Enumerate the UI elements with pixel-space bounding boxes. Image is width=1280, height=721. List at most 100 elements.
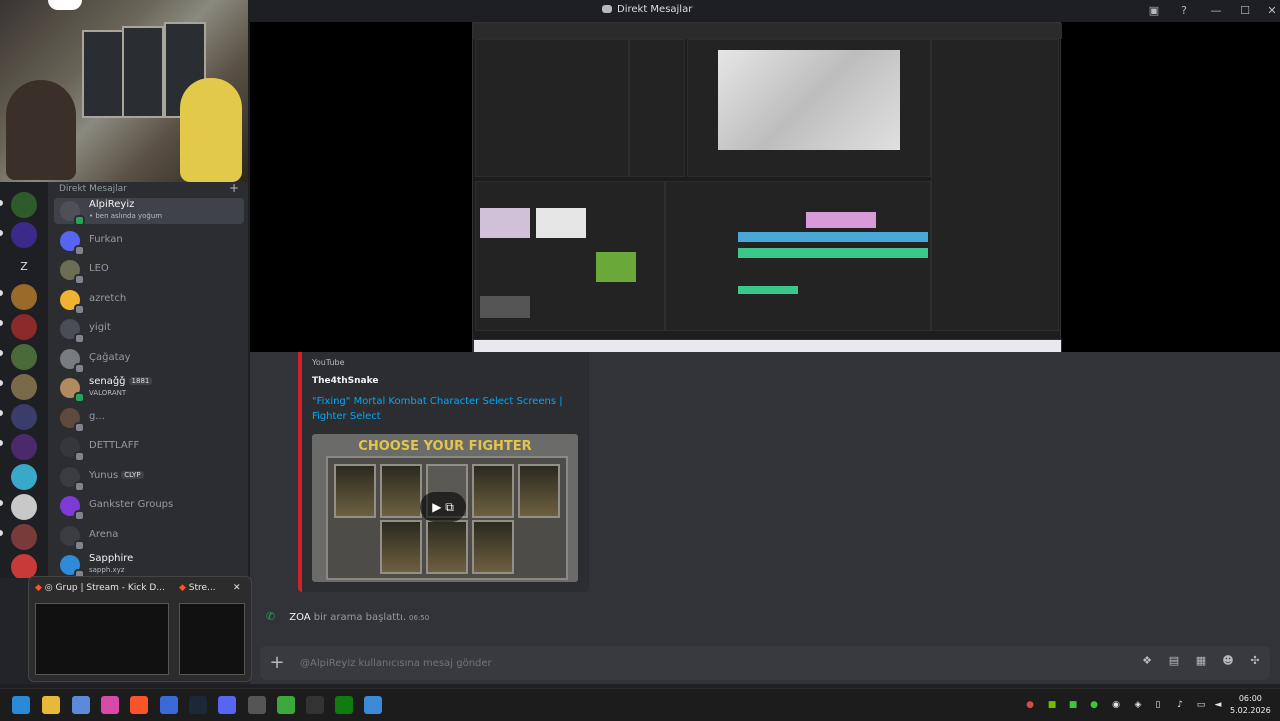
preview-title-2[interactable]: ◆ Stre... xyxy=(179,583,216,593)
discord-icon[interactable] xyxy=(218,696,236,714)
preview-title-1[interactable]: ◆ ◎ Grup | Stream - Kick D... xyxy=(35,583,165,593)
profile-badge: CLYP xyxy=(121,470,144,479)
call-timestamp: 06:50 xyxy=(409,614,430,622)
tray-icon[interactable]: ● xyxy=(1088,699,1100,711)
server-icon[interactable] xyxy=(11,314,37,340)
tray-icon[interactable]: ● xyxy=(1024,699,1036,711)
embed-provider[interactable]: YouTube xyxy=(312,358,345,367)
dm-item-name: Gankster Groups xyxy=(89,499,173,510)
phone-icon: ✆ xyxy=(266,610,276,623)
server-icon[interactable] xyxy=(11,344,37,370)
dm-item[interactable]: azretch xyxy=(54,287,244,315)
dm-item[interactable]: Arena xyxy=(54,523,244,551)
minimize-button[interactable]: — xyxy=(1208,3,1224,19)
server-icon[interactable] xyxy=(11,464,37,490)
epic-games-icon[interactable] xyxy=(306,696,324,714)
dm-item[interactable]: Furkan xyxy=(54,228,244,256)
dm-item-name: Furkan xyxy=(89,234,123,245)
preview-close-button[interactable]: ✕ xyxy=(233,583,241,593)
embed-title-link[interactable]: "Fixing" Mortal Kombat Character Select … xyxy=(312,394,572,424)
server-indicator xyxy=(0,500,3,506)
stream-viewer[interactable] xyxy=(250,22,1280,355)
media-thumb xyxy=(536,208,586,238)
steam-icon[interactable] xyxy=(189,696,207,714)
window xyxy=(122,26,164,118)
dm-item[interactable]: yigit xyxy=(54,316,244,344)
status-indicator xyxy=(74,362,85,374)
server-icon[interactable] xyxy=(11,192,37,218)
dm-name-text: Gankster Groups xyxy=(89,499,174,510)
play-icon[interactable]: ▶ ⧉ xyxy=(420,492,466,522)
tray-icon[interactable]: ■ xyxy=(1067,699,1079,711)
brave-icon[interactable] xyxy=(130,696,148,714)
app-icon[interactable] xyxy=(160,696,178,714)
help-icon[interactable]: ? xyxy=(1176,3,1192,19)
dm-item-name: LEO xyxy=(89,263,109,274)
inbox-icon[interactable]: ▣ xyxy=(1146,3,1162,19)
dm-item[interactable]: senaǧǧ 1881 VALORANT xyxy=(54,375,244,403)
tray-icon[interactable]: ◈ xyxy=(1132,699,1144,711)
network-icon[interactable]: ▭ xyxy=(1195,699,1207,711)
embed-author[interactable]: The4thSnake xyxy=(312,376,378,386)
minecraft-icon[interactable] xyxy=(277,696,295,714)
server-indicator xyxy=(0,290,3,296)
apps-icon[interactable]: ✣ xyxy=(1248,654,1262,668)
dm-item[interactable]: Gankster Groups xyxy=(54,493,244,521)
media-thumb xyxy=(480,208,530,238)
nvidia-icon[interactable]: ■ xyxy=(1046,699,1058,711)
usb-icon[interactable]: ▯ xyxy=(1152,699,1164,711)
status-indicator xyxy=(74,303,85,315)
dm-item[interactable]: Çağatay xyxy=(54,346,244,374)
app-icon[interactable] xyxy=(101,696,119,714)
dm-item[interactable]: AlpiReyiz • ben aslında yoğum xyxy=(54,198,244,226)
steam-tray-icon[interactable]: ◉ xyxy=(1110,699,1122,711)
volume-icon[interactable]: ◄ xyxy=(1212,699,1224,711)
dm-item-name: DETTLAFF xyxy=(89,440,139,451)
status-indicator xyxy=(74,392,85,403)
emoji-icon[interactable]: ☻ xyxy=(1221,654,1235,668)
server-indicator xyxy=(0,200,3,206)
preview-thumbnail-1[interactable] xyxy=(35,603,169,675)
video-thumbnail[interactable]: CHOOSE YOUR FIGHTER ▶ ⧉ xyxy=(312,434,578,582)
maximize-button[interactable]: ☐ xyxy=(1237,3,1253,19)
server-icon[interactable] xyxy=(11,524,37,550)
app-icon[interactable] xyxy=(72,696,90,714)
start-icon[interactable] xyxy=(12,696,30,714)
server-icon[interactable] xyxy=(11,222,37,248)
microphone-icon[interactable]: ♪ xyxy=(1174,699,1186,711)
github-icon[interactable] xyxy=(248,696,266,714)
lamp xyxy=(48,0,82,10)
caller-name[interactable]: ZOA xyxy=(289,612,310,623)
server-icon[interactable] xyxy=(11,434,37,460)
status-indicator xyxy=(74,244,85,256)
gif-icon[interactable]: ▤ xyxy=(1167,654,1181,668)
dm-item[interactable]: DETTLAFF xyxy=(54,434,244,462)
message-input[interactable] xyxy=(298,657,1002,670)
server-icon[interactable] xyxy=(11,404,37,430)
create-dm-button[interactable]: + xyxy=(229,181,239,195)
dm-name-text: DETTLAFF xyxy=(89,440,140,451)
status-indicator xyxy=(74,421,85,433)
essential-graphics-panel xyxy=(931,39,1059,331)
close-button[interactable]: ✕ xyxy=(1264,3,1280,19)
app-icon[interactable] xyxy=(364,696,382,714)
server-icon[interactable] xyxy=(11,284,37,310)
dm-name-text: senaǧǧ xyxy=(89,376,126,387)
attach-plus-icon[interactable]: + xyxy=(266,652,288,674)
gift-icon[interactable]: ❖ xyxy=(1140,654,1154,668)
preview-thumbnail-2[interactable] xyxy=(179,603,245,675)
dm-item[interactable]: g... xyxy=(54,405,244,433)
dm-item[interactable]: LEO xyxy=(54,257,244,285)
xbox-icon[interactable] xyxy=(335,696,353,714)
server-icon-z[interactable]: Z xyxy=(11,254,37,280)
clock[interactable]: 06:00 5.02.2026 xyxy=(1230,693,1271,717)
dm-item[interactable]: Sapphire sapph.xyz xyxy=(54,552,244,580)
status-indicator xyxy=(74,274,85,285)
server-icon[interactable] xyxy=(11,494,37,520)
taskbar-preview-popup[interactable]: ◆ ◎ Grup | Stream - Kick D... ◆ Stre... … xyxy=(28,576,252,682)
dm-item-name: g... xyxy=(89,411,105,422)
sticker-icon[interactable]: ▦ xyxy=(1194,654,1208,668)
file-explorer-icon[interactable] xyxy=(42,696,60,714)
dm-item[interactable]: Yunus CLYP xyxy=(54,464,244,492)
server-icon[interactable] xyxy=(11,374,37,400)
